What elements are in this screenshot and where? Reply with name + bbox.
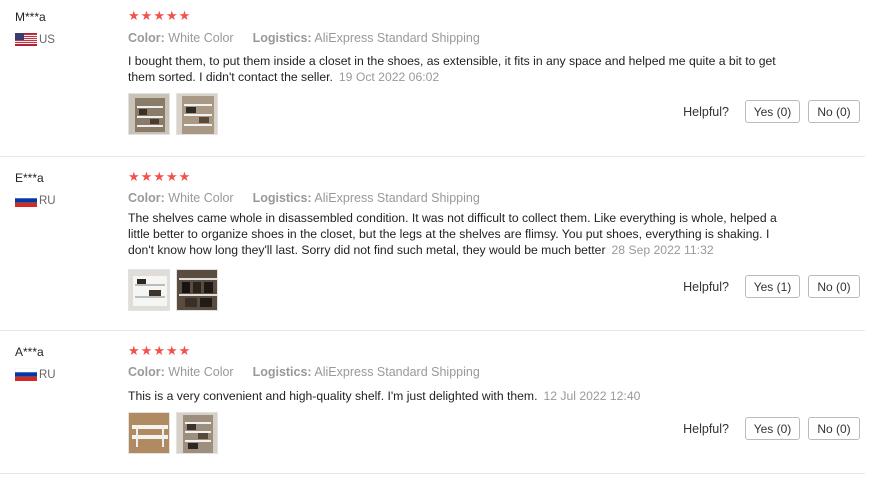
star-icon: ★ <box>153 343 165 358</box>
star-icon: ★ <box>165 343 178 358</box>
country-code: US <box>39 33 55 46</box>
review-photo-thumbnail[interactable] <box>128 93 170 135</box>
logistics-value: AliExpress Standard Shipping <box>314 365 480 379</box>
review-photo-thumbnail[interactable] <box>176 93 218 135</box>
star-icon: ★ <box>128 343 140 358</box>
helpful-no-button[interactable]: No (0) <box>808 275 860 298</box>
logistics-label: Logistics: <box>252 365 312 379</box>
review-body: I bought them, to put them inside a clos… <box>128 54 776 84</box>
star-icon: ★ <box>178 8 191 23</box>
review-text: I bought them, to put them inside a clos… <box>128 53 778 85</box>
review-photo-thumbnail[interactable] <box>128 412 170 454</box>
star-icon: ★ <box>140 343 153 358</box>
review-photo-thumbnail[interactable] <box>176 412 218 454</box>
color-value: White Color <box>168 365 234 379</box>
review-meta: Color: White Color Logistics: AliExpress… <box>128 31 480 45</box>
review-item: E***a RU ★ ★ ★ ★ ★ Color: White Color Lo… <box>0 157 865 331</box>
review-meta: Color: White Color Logistics: AliExpress… <box>128 191 480 205</box>
review-item: A***a RU ★ ★ ★ ★ ★ Color: White Color Lo… <box>0 331 865 474</box>
color-value: White Color <box>168 191 234 205</box>
helpful-label: Helpful? <box>683 104 729 119</box>
review-photos <box>128 269 218 311</box>
helpful-yes-button[interactable]: Yes (1) <box>745 275 800 298</box>
star-icon: ★ <box>178 169 191 184</box>
star-icon: ★ <box>153 8 165 23</box>
review-photos <box>128 93 218 135</box>
star-icon: ★ <box>165 169 178 184</box>
star-icon: ★ <box>165 8 178 23</box>
logistics-label: Logistics: <box>252 31 312 45</box>
us-flag-icon <box>15 33 37 46</box>
review-date: 28 Sep 2022 11:32 <box>611 243 714 257</box>
helpful-label: Helpful? <box>683 279 729 294</box>
color-label: Color: <box>128 31 165 45</box>
helpful-no-button[interactable]: No (0) <box>808 100 860 123</box>
color-label: Color: <box>128 365 165 379</box>
logistics-label: Logistics: <box>252 191 312 205</box>
helpful-yes-button[interactable]: Yes (0) <box>745 417 800 440</box>
review-text: This is a very convenient and high-quali… <box>128 388 778 404</box>
review-date: 12 Jul 2022 12:40 <box>543 389 641 403</box>
helpful-vote: Helpful? Yes (1) No (0) <box>683 275 860 298</box>
star-icon: ★ <box>140 8 153 23</box>
color-value: White Color <box>168 31 234 45</box>
rating-stars: ★ ★ ★ ★ ★ <box>128 9 190 23</box>
ru-flag-icon <box>15 194 37 207</box>
reviewer-name: M***a <box>15 10 46 24</box>
helpful-label: Helpful? <box>683 421 729 436</box>
star-icon: ★ <box>140 169 153 184</box>
logistics-value: AliExpress Standard Shipping <box>314 31 480 45</box>
rating-stars: ★ ★ ★ ★ ★ <box>128 344 190 358</box>
reviewer-country: RU <box>15 194 56 207</box>
review-meta: Color: White Color Logistics: AliExpress… <box>128 365 480 379</box>
review-body: This is a very convenient and high-quali… <box>128 389 538 403</box>
review-photos <box>128 412 218 454</box>
review-text: The shelves came whole in disassembled c… <box>128 210 778 258</box>
star-icon: ★ <box>178 343 191 358</box>
ru-flag-icon <box>15 368 37 381</box>
helpful-yes-button[interactable]: Yes (0) <box>745 100 800 123</box>
review-date: 19 Oct 2022 06:02 <box>338 70 440 84</box>
logistics-value: AliExpress Standard Shipping <box>314 191 480 205</box>
helpful-vote: Helpful? Yes (0) No (0) <box>683 417 860 440</box>
review-photo-thumbnail[interactable] <box>176 269 218 311</box>
country-code: RU <box>39 368 56 381</box>
reviewer-name: E***a <box>15 171 44 185</box>
reviewer-country: US <box>15 33 55 46</box>
country-code: RU <box>39 194 56 207</box>
review-item: M***a US ★ ★ ★ ★ ★ Color: White Color Lo… <box>0 0 865 157</box>
star-icon: ★ <box>128 169 140 184</box>
reviewer-name: A***a <box>15 345 44 359</box>
helpful-no-button[interactable]: No (0) <box>808 417 860 440</box>
reviewer-country: RU <box>15 368 56 381</box>
color-label: Color: <box>128 191 165 205</box>
review-photo-thumbnail[interactable] <box>128 269 170 311</box>
star-icon: ★ <box>128 8 140 23</box>
helpful-vote: Helpful? Yes (0) No (0) <box>683 100 860 123</box>
rating-stars: ★ ★ ★ ★ ★ <box>128 170 190 184</box>
star-icon: ★ <box>153 169 165 184</box>
